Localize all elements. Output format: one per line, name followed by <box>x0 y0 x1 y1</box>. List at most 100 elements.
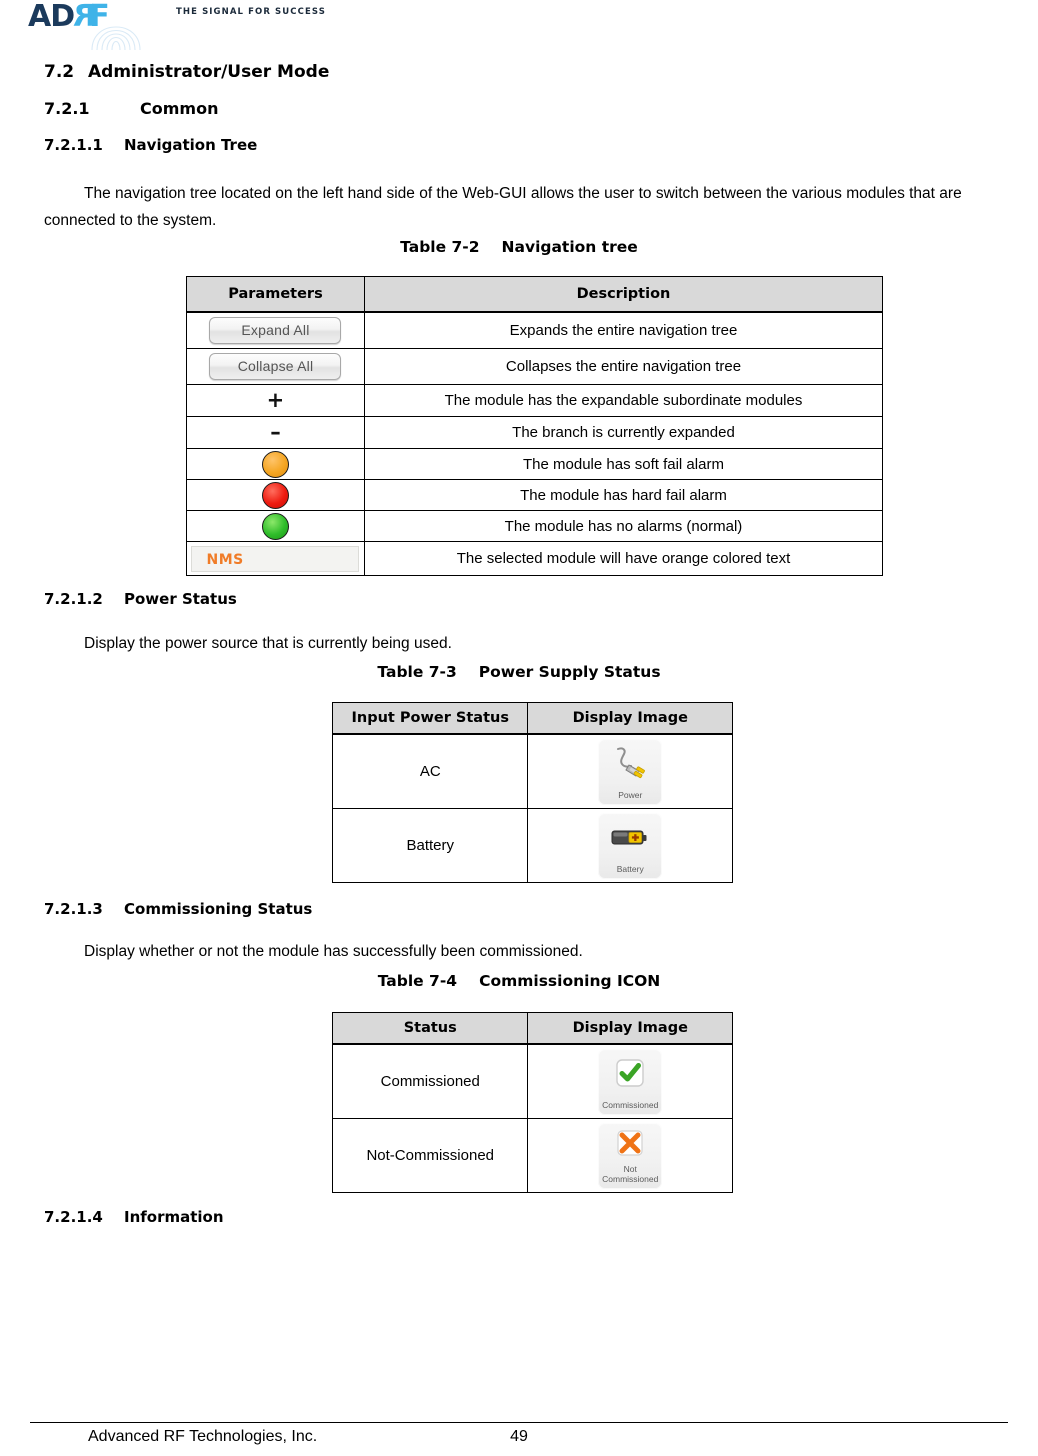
caption-table-7-3: Table 7-3 Power Supply Status <box>0 663 1038 681</box>
heading-7-2-1-4-title: Information <box>124 1208 224 1226</box>
commissioned-icon-label: Commissioned <box>602 1099 659 1110</box>
heading-7-2-1-1: 7.2.1.1 Navigation Tree <box>44 136 257 154</box>
cell-description: The module has hard fail alarm <box>363 479 884 511</box>
cell-soft-fail-led <box>186 448 365 480</box>
heading-7-2-1: 7.2.1 Common <box>44 99 218 118</box>
heading-7-2-1-2-number: 7.2.1.2 <box>44 590 103 608</box>
commissioning-icon-table: Status Display Image Commissioned Commis… <box>331 1012 733 1193</box>
cell-description: The module has soft fail alarm <box>363 448 884 480</box>
power-icon-label: Power <box>618 789 643 800</box>
nms-selected-module-chip[interactable]: NMS <box>191 545 360 572</box>
table-row: Commissioned Commissioned <box>331 1043 733 1119</box>
heading-7-2-1-2-title: Power Status <box>124 590 237 608</box>
paragraph-power-status-text: Display the power source that is current… <box>84 635 452 652</box>
column-header-status: Status <box>331 1012 529 1045</box>
heading-7-2-1-2: 7.2.1.2 Power Status <box>44 590 237 608</box>
heading-7-2-1-3: 7.2.1.3 Commissioning Status <box>44 900 312 918</box>
paragraph-commissioning-status: Display whether or not the module has su… <box>44 938 990 965</box>
column-header-display-image: Display Image <box>527 702 733 735</box>
paragraph-navigation-tree-text: The navigation tree located on the left … <box>44 185 962 229</box>
table-row: NMS The selected module will have orange… <box>186 541 884 576</box>
cell-description: The module has no alarms (normal) <box>363 510 884 542</box>
cell-description: Expands the entire navigation tree <box>363 311 884 349</box>
no-alarm-led-icon <box>261 512 289 540</box>
heading-7-2-1-4-number: 7.2.1.4 <box>44 1208 103 1226</box>
cell-description: The selected module will have orange col… <box>363 541 884 576</box>
cell-expand-all-button: Expand All <box>186 311 365 349</box>
cell-collapse-all-button: Collapse All <box>186 348 365 385</box>
paragraph-power-status: Display the power source that is current… <box>44 630 990 657</box>
not-commissioned-label-line1: Not <box>623 1163 637 1174</box>
logo-text-ad: AD <box>28 0 75 34</box>
cell-status-battery: Battery <box>331 808 529 883</box>
not-commissioned-icon-label: Not Commissioned <box>598 1164 662 1184</box>
navigation-tree-table: Parameters Description Expand All Expand… <box>186 276 884 576</box>
caption-table-7-2-title: Navigation tree <box>501 238 638 256</box>
adrf-logo: AD R F THE SIGNAL FOR SUCCESS <box>28 0 325 50</box>
ac-power-icon-tile: Power <box>598 738 663 805</box>
table-row: Not-Commissioned Not Commissioned <box>331 1118 733 1193</box>
table-row: + The module has the expandable subordin… <box>186 384 884 417</box>
column-header-description: Description <box>363 276 884 313</box>
footer-company-name: Advanced RF Technologies, Inc. <box>88 1428 318 1445</box>
battery-icon-label: Battery <box>616 863 644 874</box>
heading-7-2-1-title: Common <box>140 99 219 118</box>
cell-battery-icon: Battery <box>527 808 733 883</box>
table-row: The module has soft fail alarm <box>186 448 884 480</box>
cell-description: The branch is currently expanded <box>363 416 884 449</box>
heading-7-2-title: Administrator/User Mode <box>88 62 330 82</box>
column-header-input-power-status: Input Power Status <box>331 702 529 735</box>
collapse-all-button[interactable]: Collapse All <box>209 353 342 380</box>
not-commissioned-label-line2: Commissioned <box>602 1173 659 1184</box>
cell-description: Collapses the entire navigation tree <box>363 348 884 385</box>
caption-table-7-4-title: Commissioning ICON <box>479 972 661 990</box>
column-header-parameters: Parameters <box>186 276 365 313</box>
cell-plus-glyph: + <box>186 384 365 417</box>
footer-page-number: 49 <box>510 1428 528 1445</box>
cell-status-commissioned: Commissioned <box>331 1043 529 1119</box>
heading-7-2-1-3-title: Commissioning Status <box>124 900 313 918</box>
logo-tagline: THE SIGNAL FOR SUCCESS <box>176 7 326 17</box>
caption-table-7-2: Table 7-2 Navigation tree <box>0 238 1038 256</box>
commissioned-icon-tile: Commissioned <box>598 1048 663 1115</box>
heading-7-2-1-number: 7.2.1 <box>44 99 90 118</box>
table-row: Collapse All Collapses the entire naviga… <box>186 348 884 385</box>
table-header-row: Input Power Status Display Image <box>331 702 733 735</box>
plus-icon[interactable]: + <box>267 390 285 411</box>
table-row: Expand All Expands the entire navigation… <box>186 311 884 349</box>
cross-mark-icon <box>598 1126 662 1160</box>
caption-table-7-3-title: Power Supply Status <box>478 663 661 681</box>
cell-not-commissioned-icon: Not Commissioned <box>527 1118 733 1193</box>
caption-table-7-4: Table 7-4 Commissioning ICON <box>0 972 1038 990</box>
expand-all-button[interactable]: Expand All <box>209 317 342 344</box>
cell-status-ac: AC <box>331 733 529 809</box>
heading-7-2-1-4: 7.2.1.4 Information <box>44 1208 224 1226</box>
table-row: The module has no alarms (normal) <box>186 510 884 542</box>
check-mark-icon <box>598 1054 662 1092</box>
table-row: The module has hard fail alarm <box>186 479 884 511</box>
table-header-row: Parameters Description <box>186 276 884 313</box>
power-plug-icon <box>598 744 662 782</box>
cell-commissioned-icon: Commissioned <box>527 1043 733 1119</box>
not-commissioned-icon-tile: Not Commissioned <box>598 1122 663 1189</box>
heading-7-2-1-1-title: Navigation Tree <box>124 136 258 154</box>
soft-fail-alarm-led-icon <box>261 450 289 478</box>
heading-7-2-1-3-number: 7.2.1.3 <box>44 900 103 918</box>
hard-fail-alarm-led-icon <box>261 481 289 509</box>
cell-nms-chip: NMS <box>186 541 365 576</box>
paragraph-commissioning-status-text: Display whether or not the module has su… <box>84 943 583 960</box>
cell-description: The module has the expandable subordinat… <box>363 384 884 417</box>
heading-7-2: 7.2 Administrator/User Mode <box>44 62 329 82</box>
caption-table-7-3-label: Table 7-3 <box>377 663 457 681</box>
column-header-display-image: Display Image <box>527 1012 733 1045</box>
minus-icon[interactable]: – <box>270 422 281 443</box>
table-row: Battery Battery <box>331 808 733 883</box>
table-row: – The branch is currently expanded <box>186 416 884 449</box>
cell-normal-led <box>186 510 365 542</box>
cell-status-not-commissioned: Not-Commissioned <box>331 1118 529 1193</box>
document-header: AD R F THE SIGNAL FOR SUCCESS <box>0 0 1038 50</box>
logo-wave-icon <box>88 24 208 50</box>
battery-icon-tile: Battery <box>598 812 663 879</box>
footer-divider <box>30 1422 1008 1423</box>
heading-7-2-number: 7.2 <box>44 62 75 82</box>
